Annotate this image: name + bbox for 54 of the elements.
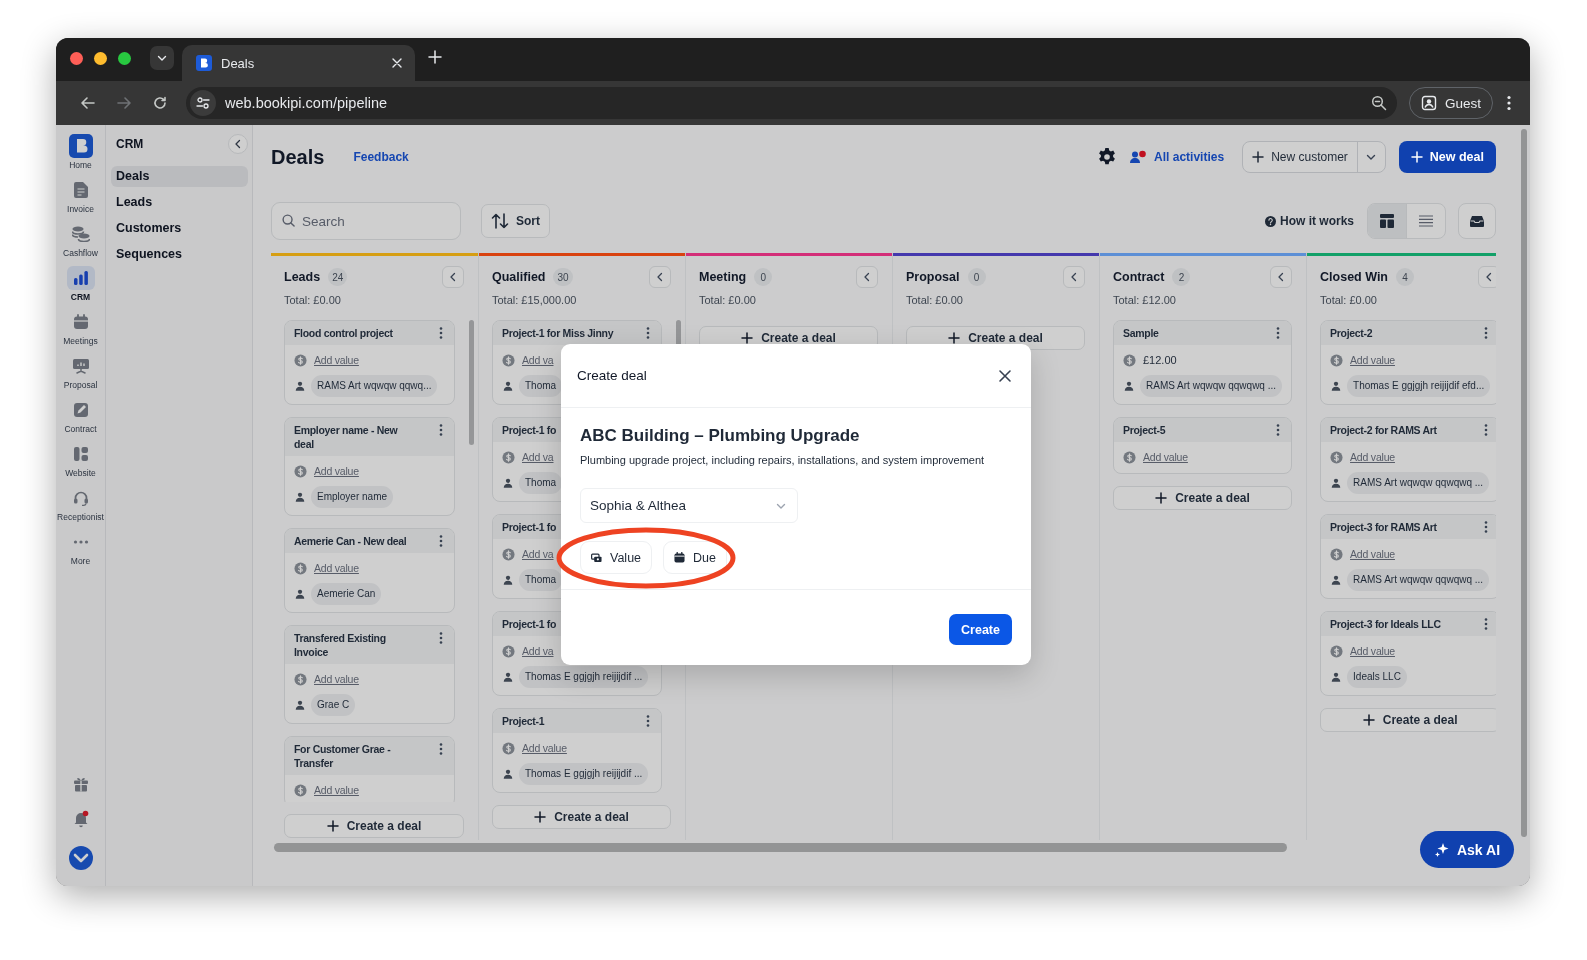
stage-name: Meeting [699,270,747,284]
stage-total: Total: £0.00 [699,293,757,307]
contact-chip: Thomas E ggjgjh reijijdif ... [519,763,649,785]
count-badge: 30 [553,268,573,286]
contact-chip: Thoma [519,472,563,494]
deal-title: Project-1 fo [502,617,557,631]
stage-total: Total: £12.00 [1113,293,1177,307]
dialog-title: Create deal [577,368,648,383]
contact-chip: Thomas E ggjgjh reijijdif efd... [1347,375,1491,397]
count-badge: 2 [1172,268,1191,286]
contact-chip: RAMS Art wqwqw qqwqwq ... [1347,472,1490,494]
stage-total: Total: £0.00 [1320,293,1378,307]
deal-title: For Customer Grae - Transfer [294,742,392,770]
count-badge: 24 [328,268,348,286]
deal-title: Project-1 fo [502,423,557,437]
contact-chip: RAMS Art wqwqw qqwqwq ... [1347,569,1490,591]
deal-title: Project-3 for RAMS Art [1330,520,1437,534]
stage-total: Total: £0.00 [906,293,964,307]
contact-chip: Ideals LLC [1347,666,1407,688]
stage-total: Total: £15,000.00 [492,293,578,307]
section-title: CRM [116,137,145,151]
stage-name: Closed Win [1320,270,1388,284]
deal-name: ABC Building – Plumbing Upgrade [580,426,861,446]
deal-title: Employer name - New deal [294,423,399,451]
stage-total: Total: £0.00 [284,293,342,307]
contact-chip: RAMS Art wqwqw qqwqwq ... [1140,375,1283,397]
deal-title: Aemerie Can - New deal [294,534,407,548]
deal-title: Transfered Existing Invoice [294,631,387,659]
deal-description: Plumbing upgrade project, including repairs, installations, and system improvement [580,453,986,468]
contact-chip: Grae C [311,694,356,716]
stage-name: Leads [284,270,321,284]
deal-title: Sample [1123,326,1159,340]
deal-value: £12.00 [1143,354,1177,366]
contact-chip: Thoma [519,569,563,591]
count-badge: 0 [967,268,986,286]
deal-title: Project-1 fo [502,520,557,534]
contact-chip: RAMS Art wqwqw qqwq... [311,375,438,397]
stage-name: Qualified [492,270,546,284]
deal-title: Project-1 for Miss Jinny [502,326,614,340]
contact-chip: Thoma [519,375,563,397]
deal-title: Project-3 for Ideals LLC [1330,617,1441,631]
stage-name: Proposal [906,270,960,284]
contact-chip: Employer name [311,486,394,508]
deal-title: Project-2 for RAMS Art [1330,423,1437,437]
deal-title: Flood control project [294,326,393,340]
stage-name: Contract [1113,270,1165,284]
page-title: Deals [271,145,325,169]
contact-chip: Thomas E ggjgjh reijijdif ... [519,666,649,688]
deal-title: Project-5 [1123,423,1166,437]
deal-title: Project-2 [1330,326,1373,340]
deal-title: Project-1 [502,714,545,728]
contact-chip: Aemerie Can [311,583,382,605]
count-badge: 4 [1396,268,1414,286]
count-badge: 0 [754,268,773,286]
